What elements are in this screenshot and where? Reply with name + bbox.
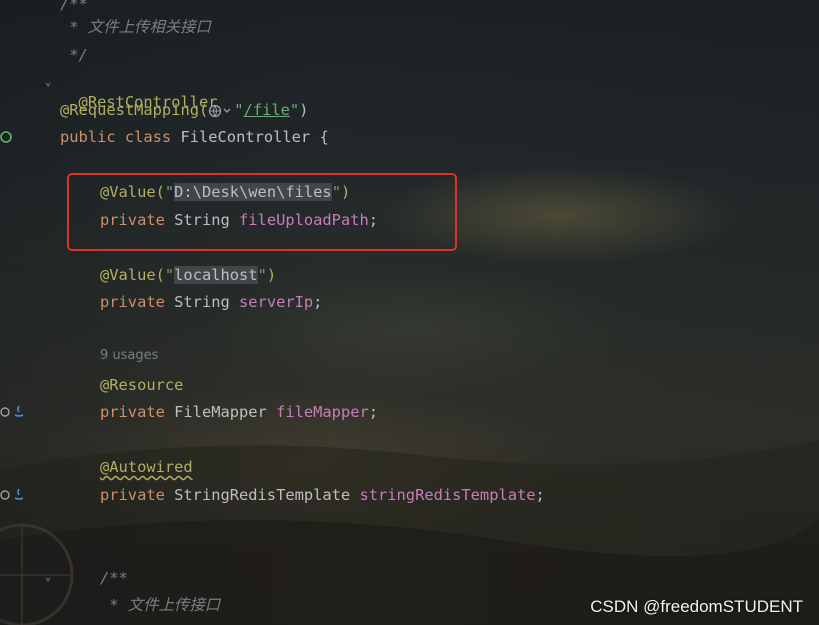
keyword-text: private xyxy=(100,403,175,421)
semicolon: ; xyxy=(313,293,323,311)
type-text: StringRedisTemplate xyxy=(174,486,360,504)
folded-value-text[interactable]: localhost xyxy=(174,266,258,284)
watermark-text: CSDN @freedomSTUDENT xyxy=(590,597,803,616)
type-text: String xyxy=(174,293,240,311)
paren: ) xyxy=(299,101,309,119)
code-line-request-mapping[interactable]: @RequestMapping( "/file") xyxy=(60,100,308,120)
field-name-text: fileMapper xyxy=(276,403,369,421)
doc-comment-close: */ xyxy=(60,46,88,64)
usages-hint[interactable]: 9 usages xyxy=(100,348,158,363)
keyword-text: private xyxy=(100,486,175,504)
java-gutter-icon[interactable] xyxy=(12,404,26,418)
doc-comment-description: * 文件上传接口 xyxy=(100,596,221,614)
field-name-text: stringRedisTemplate xyxy=(359,486,536,504)
doc-comment-open: /** xyxy=(100,569,128,587)
keyword-text: private xyxy=(100,293,175,311)
globe-icon[interactable] xyxy=(208,104,234,118)
keyword-text: public class xyxy=(60,128,181,146)
annotation-text: @Autowired xyxy=(100,458,193,476)
string-quote: " xyxy=(164,266,175,284)
bean-gutter-icon[interactable] xyxy=(0,130,14,144)
java-gutter-icon[interactable] xyxy=(12,487,26,501)
code-line-field-file-mapper[interactable]: private FileMapper fileMapper; xyxy=(100,402,378,422)
code-line-resource-annotation[interactable]: @Resource xyxy=(100,375,183,395)
string-quote: " xyxy=(234,101,244,119)
string-quote: " xyxy=(257,266,267,284)
request-path-link[interactable]: /file xyxy=(244,101,290,119)
code-line-field-string-redis-template[interactable]: private StringRedisTemplate stringRedisT… xyxy=(100,485,545,505)
fold-marker-icon[interactable]: ⌄ xyxy=(42,76,54,88)
highlight-box xyxy=(67,173,457,251)
annotation-text: @Value( xyxy=(100,266,165,284)
annotation-text: @RequestMapping( xyxy=(60,101,209,119)
code-line-autowired-annotation[interactable]: @Autowired xyxy=(100,457,193,477)
code-line-rest-controller[interactable]: @RestController xyxy=(60,72,218,111)
doc-comment-description: * 文件上传相关接口 xyxy=(60,18,211,36)
fold-marker-icon[interactable]: ⌄ xyxy=(42,571,54,583)
code-line-field-server-ip[interactable]: private String serverIp; xyxy=(100,292,322,312)
field-name-text: serverIp xyxy=(239,293,314,311)
class-name-text: FileController { xyxy=(180,128,329,146)
paren: ) xyxy=(266,266,277,284)
semicolon: ; xyxy=(535,486,545,504)
code-line-class-declaration[interactable]: public class FileController { xyxy=(60,127,329,147)
doc-comment-open: /** xyxy=(60,0,88,13)
annotation-text: @Resource xyxy=(100,376,184,394)
code-line-value-annotation[interactable]: @Value("localhost") xyxy=(100,265,276,285)
type-text: FileMapper xyxy=(174,403,277,421)
semicolon: ; xyxy=(368,403,379,421)
string-quote: " xyxy=(289,101,300,119)
